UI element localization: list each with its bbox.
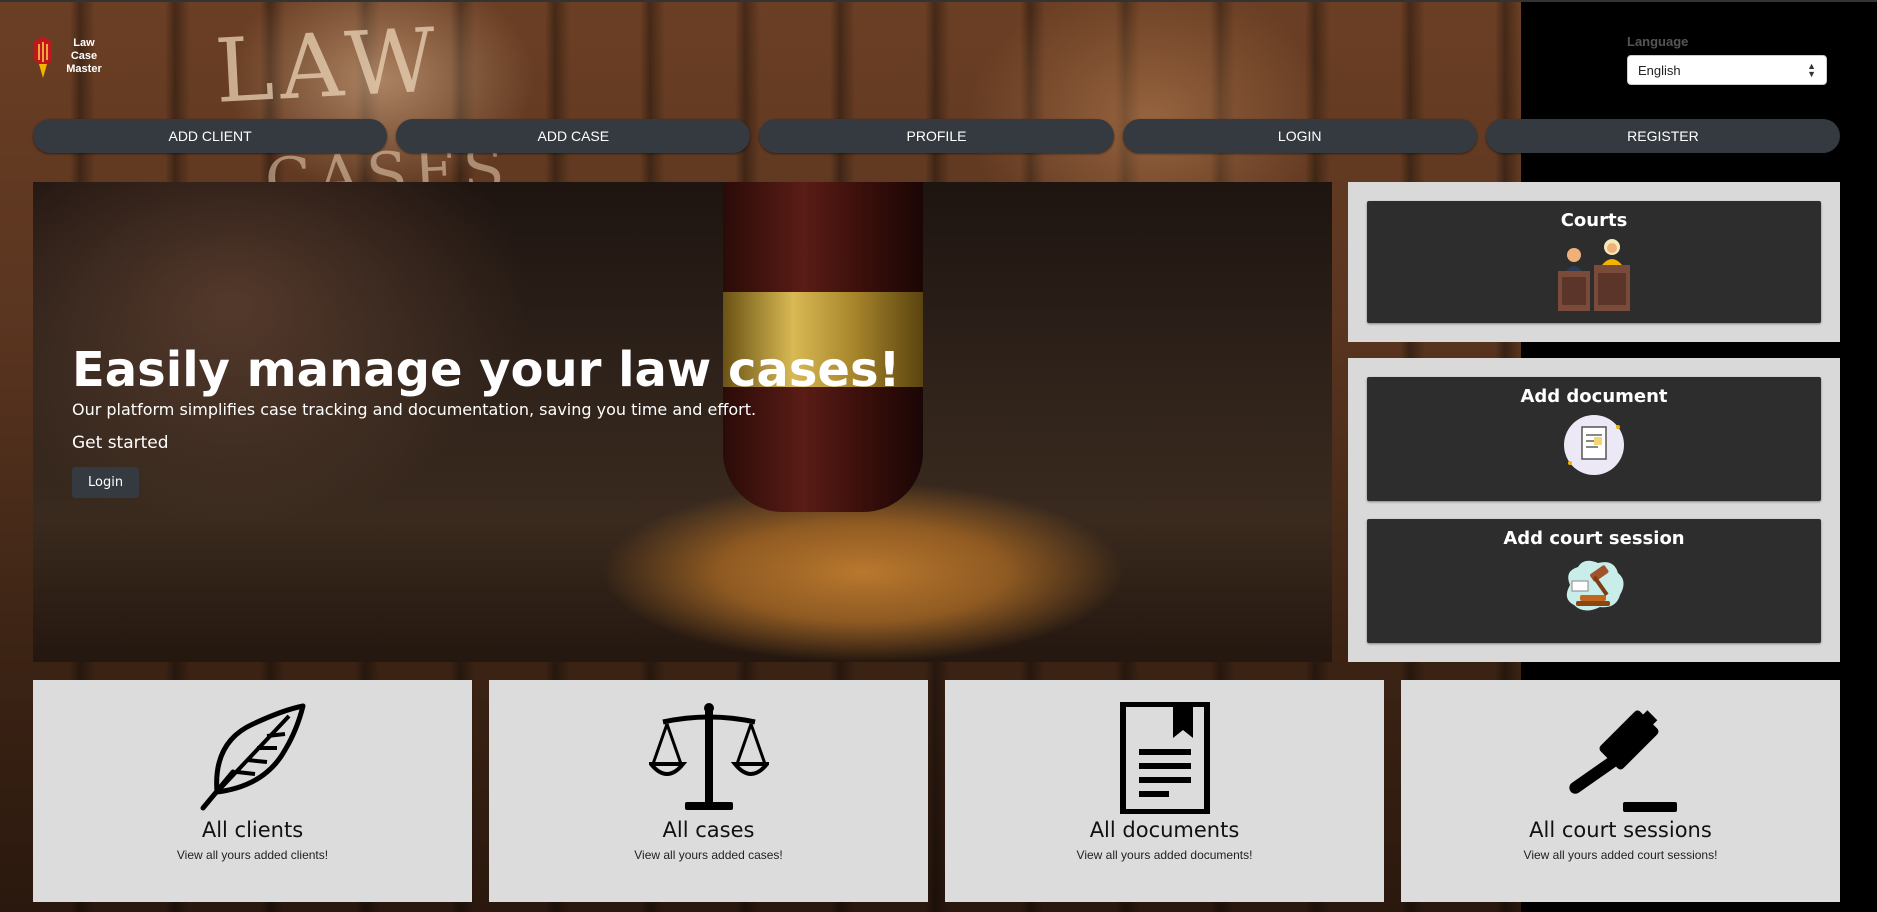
all-cases-tile[interactable]: All cases View all yours added cases!: [489, 680, 928, 902]
main-nav: ADD CLIENT ADD CASE PROFILE LOGIN REGIST…: [33, 119, 1841, 153]
all-cases-subtitle: View all yours added cases!: [634, 848, 783, 862]
add-court-session-card[interactable]: Add court session: [1367, 519, 1821, 643]
background-law-text: LAW: [212, 8, 445, 123]
all-cases-title: All cases: [662, 818, 755, 842]
add-document-card[interactable]: Add document: [1367, 377, 1821, 501]
language-selector: Language English ▲ ▼: [1627, 34, 1827, 85]
all-court-sessions-title: All court sessions: [1529, 818, 1712, 842]
get-started-text: Get started: [72, 433, 169, 453]
add-case-button[interactable]: ADD CASE: [396, 119, 751, 153]
all-court-sessions-subtitle: View all yours added court sessions!: [1523, 848, 1718, 862]
hero-content: Easily manage your law cases! Our platfo…: [72, 342, 900, 498]
top-border: [0, 0, 1877, 2]
feather-icon: [200, 703, 305, 811]
gavel-session-icon: [1566, 560, 1624, 611]
courts-card[interactable]: Courts: [1367, 201, 1821, 323]
all-documents-tile[interactable]: All documents View all yours added docum…: [945, 680, 1384, 902]
courtroom-icon: [1558, 239, 1630, 311]
logo-text-case: Case: [70, 49, 98, 62]
login-nav-button[interactable]: LOGIN: [1122, 119, 1477, 153]
language-select[interactable]: English ▲ ▼: [1627, 55, 1827, 85]
gavel-icon: [1568, 710, 1677, 812]
register-button[interactable]: REGISTER: [1485, 119, 1841, 153]
document-icon: [1119, 702, 1210, 814]
actions-panel: Add document Add court session: [1348, 358, 1840, 662]
hero-login-button[interactable]: Login: [72, 467, 140, 498]
courts-panel: Courts: [1348, 182, 1840, 342]
add-document-title: Add document: [1520, 386, 1668, 407]
add-court-session-title: Add court session: [1503, 528, 1685, 549]
all-clients-subtitle: View all yours added clients!: [176, 848, 329, 862]
hero-title: Easily manage your law cases!: [72, 342, 901, 398]
logo-pen-icon: [34, 36, 52, 78]
all-court-sessions-tile[interactable]: All court sessions View all yours added …: [1401, 680, 1840, 902]
all-clients-tile[interactable]: All clients View all yours added clients…: [33, 680, 472, 902]
logo-text: Law Case Master: [64, 37, 104, 76]
select-arrows-icon: ▲ ▼: [1807, 61, 1816, 79]
logo-text-law: Law: [73, 36, 95, 49]
language-value: English: [1638, 62, 1681, 78]
all-documents-subtitle: View all yours added documents!: [1076, 848, 1253, 862]
all-documents-title: All documents: [1089, 818, 1240, 842]
add-client-button[interactable]: ADD CLIENT: [33, 119, 388, 153]
hero-banner: Easily manage your law cases! Our platfo…: [33, 182, 1332, 662]
logo[interactable]: Law Case Master: [30, 34, 104, 78]
all-clients-title: All clients: [201, 818, 304, 842]
profile-button[interactable]: PROFILE: [759, 119, 1114, 153]
hero-subtitle: Our platform simplifies case tracking an…: [72, 400, 757, 419]
courts-title: Courts: [1560, 210, 1628, 231]
logo-text-master: Master: [66, 62, 102, 75]
document-icon: [1564, 415, 1624, 475]
scales-icon: [648, 703, 769, 810]
language-label: Language: [1627, 34, 1689, 49]
